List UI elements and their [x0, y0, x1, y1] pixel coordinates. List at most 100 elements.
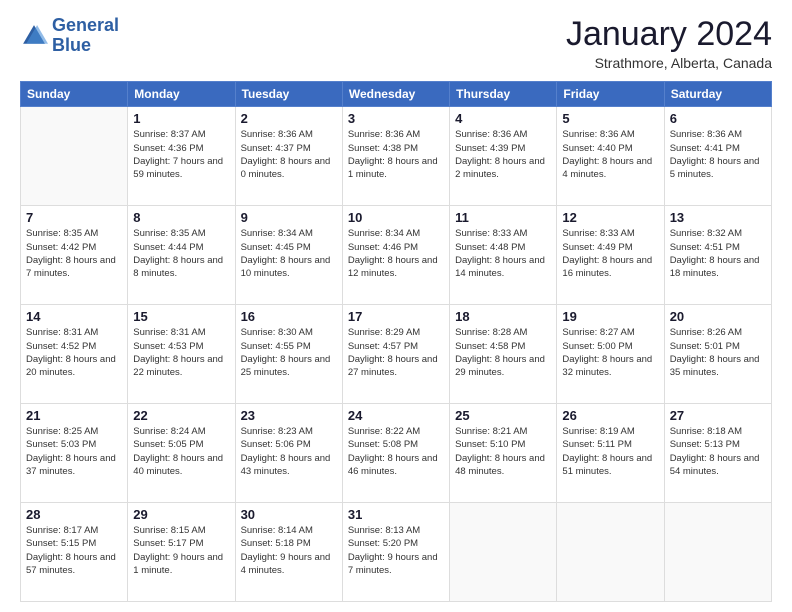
- location: Strathmore, Alberta, Canada: [566, 55, 772, 71]
- week-row-0: 1 Sunrise: 8:37 AM Sunset: 4:36 PM Daylig…: [21, 107, 772, 206]
- day-number: 18: [455, 309, 551, 324]
- day-number: 9: [241, 210, 337, 225]
- day-number: 13: [670, 210, 766, 225]
- day-detail: Sunrise: 8:15 AM Sunset: 5:17 PM Dayligh…: [133, 524, 229, 577]
- calendar-cell: 22Sunrise: 8:24 AM Sunset: 5:05 PM Dayli…: [128, 404, 235, 503]
- month-title: January 2024: [566, 16, 772, 53]
- calendar-cell: 23 Sunrise: 8:23 AM Sunset: 5:06 PM Dayli…: [235, 404, 342, 503]
- day-detail: Sunrise: 8:17 AM Sunset: 5:15 PM Dayligh…: [26, 524, 122, 577]
- day-detail: Sunrise: 8:35 AM Sunset: 4:44 PM Dayligh…: [133, 227, 229, 280]
- day-detail: Sunrise: 8:36 AM Sunset: 4:39 PM Dayligh…: [455, 128, 551, 181]
- weekday-header-wednesday: Wednesday: [342, 82, 449, 107]
- day-number: 29: [133, 507, 229, 522]
- calendar-cell: 11Sunrise: 8:33 AM Sunset: 4:48 PM Dayli…: [450, 206, 557, 305]
- day-number: 11: [455, 210, 551, 225]
- calendar-cell: 9 Sunrise: 8:34 AM Sunset: 4:45 PM Daylig…: [235, 206, 342, 305]
- calendar-cell: 14 Sunrise: 8:31 AM Sunset: 4:52 PM Dayli…: [21, 305, 128, 404]
- weekday-header-row: SundayMondayTuesdayWednesdayThursdayFrid…: [21, 82, 772, 107]
- calendar-cell: 10 Sunrise: 8:34 AM Sunset: 4:46 PM Dayli…: [342, 206, 449, 305]
- day-number: 21: [26, 408, 122, 423]
- day-number: 2: [241, 111, 337, 126]
- week-row-1: 7Sunrise: 8:35 AM Sunset: 4:42 PM Daylig…: [21, 206, 772, 305]
- day-number: 26: [562, 408, 658, 423]
- day-detail: Sunrise: 8:25 AM Sunset: 5:03 PM Dayligh…: [26, 425, 122, 478]
- calendar-cell: 4 Sunrise: 8:36 AM Sunset: 4:39 PM Daylig…: [450, 107, 557, 206]
- calendar-cell: [557, 503, 664, 602]
- logo-text: General Blue: [52, 16, 119, 56]
- calendar-cell: 17 Sunrise: 8:29 AM Sunset: 4:57 PM Dayli…: [342, 305, 449, 404]
- calendar-cell: 3Sunrise: 8:36 AM Sunset: 4:38 PM Daylig…: [342, 107, 449, 206]
- calendar-cell: 13 Sunrise: 8:32 AM Sunset: 4:51 PM Dayli…: [664, 206, 771, 305]
- day-detail: Sunrise: 8:23 AM Sunset: 5:06 PM Dayligh…: [241, 425, 337, 478]
- day-detail: Sunrise: 8:30 AM Sunset: 4:55 PM Dayligh…: [241, 326, 337, 379]
- day-detail: Sunrise: 8:32 AM Sunset: 4:51 PM Dayligh…: [670, 227, 766, 280]
- day-detail: Sunrise: 8:27 AM Sunset: 5:00 PM Dayligh…: [562, 326, 658, 379]
- calendar-cell: 26 Sunrise: 8:19 AM Sunset: 5:11 PM Dayli…: [557, 404, 664, 503]
- day-detail: Sunrise: 8:31 AM Sunset: 4:52 PM Dayligh…: [26, 326, 122, 379]
- calendar-cell: 20Sunrise: 8:26 AM Sunset: 5:01 PM Dayli…: [664, 305, 771, 404]
- day-detail: Sunrise: 8:36 AM Sunset: 4:41 PM Dayligh…: [670, 128, 766, 181]
- day-number: 25: [455, 408, 551, 423]
- day-number: 8: [133, 210, 229, 225]
- day-detail: Sunrise: 8:22 AM Sunset: 5:08 PM Dayligh…: [348, 425, 444, 478]
- day-detail: Sunrise: 8:36 AM Sunset: 4:40 PM Dayligh…: [562, 128, 658, 181]
- calendar-cell: 21 Sunrise: 8:25 AM Sunset: 5:03 PM Dayli…: [21, 404, 128, 503]
- weekday-header-friday: Friday: [557, 82, 664, 107]
- day-detail: Sunrise: 8:31 AM Sunset: 4:53 PM Dayligh…: [133, 326, 229, 379]
- day-number: 10: [348, 210, 444, 225]
- calendar-cell: 28 Sunrise: 8:17 AM Sunset: 5:15 PM Dayli…: [21, 503, 128, 602]
- calendar-cell: 15Sunrise: 8:31 AM Sunset: 4:53 PM Dayli…: [128, 305, 235, 404]
- day-number: 19: [562, 309, 658, 324]
- day-detail: Sunrise: 8:19 AM Sunset: 5:11 PM Dayligh…: [562, 425, 658, 478]
- calendar-cell: 7Sunrise: 8:35 AM Sunset: 4:42 PM Daylig…: [21, 206, 128, 305]
- calendar-cell: [664, 503, 771, 602]
- day-number: 7: [26, 210, 122, 225]
- day-detail: Sunrise: 8:28 AM Sunset: 4:58 PM Dayligh…: [455, 326, 551, 379]
- day-detail: Sunrise: 8:29 AM Sunset: 4:57 PM Dayligh…: [348, 326, 444, 379]
- calendar-cell: 16Sunrise: 8:30 AM Sunset: 4:55 PM Dayli…: [235, 305, 342, 404]
- calendar-cell: 2Sunrise: 8:36 AM Sunset: 4:37 PM Daylig…: [235, 107, 342, 206]
- week-row-2: 14 Sunrise: 8:31 AM Sunset: 4:52 PM Dayli…: [21, 305, 772, 404]
- day-detail: Sunrise: 8:21 AM Sunset: 5:10 PM Dayligh…: [455, 425, 551, 478]
- calendar-cell: 31 Sunrise: 8:13 AM Sunset: 5:20 PM Dayli…: [342, 503, 449, 602]
- day-number: 1: [133, 111, 229, 126]
- calendar-cell: 18 Sunrise: 8:28 AM Sunset: 4:58 PM Dayli…: [450, 305, 557, 404]
- calendar-cell: 19 Sunrise: 8:27 AM Sunset: 5:00 PM Dayli…: [557, 305, 664, 404]
- header: General Blue January 2024 Strathmore, Al…: [20, 16, 772, 71]
- day-number: 14: [26, 309, 122, 324]
- title-block: January 2024 Strathmore, Alberta, Canada: [566, 16, 772, 71]
- calendar-cell: 29 Sunrise: 8:15 AM Sunset: 5:17 PM Dayli…: [128, 503, 235, 602]
- logo-icon: [20, 22, 48, 50]
- calendar-cell: 12Sunrise: 8:33 AM Sunset: 4:49 PM Dayli…: [557, 206, 664, 305]
- day-number: 20: [670, 309, 766, 324]
- day-number: 23: [241, 408, 337, 423]
- calendar-cell: 24 Sunrise: 8:22 AM Sunset: 5:08 PM Dayli…: [342, 404, 449, 503]
- calendar-cell: 1 Sunrise: 8:37 AM Sunset: 4:36 PM Daylig…: [128, 107, 235, 206]
- weekday-header-monday: Monday: [128, 82, 235, 107]
- calendar-cell: [450, 503, 557, 602]
- day-number: 12: [562, 210, 658, 225]
- calendar-cell: 5Sunrise: 8:36 AM Sunset: 4:40 PM Daylig…: [557, 107, 664, 206]
- day-number: 4: [455, 111, 551, 126]
- day-detail: Sunrise: 8:34 AM Sunset: 4:46 PM Dayligh…: [348, 227, 444, 280]
- day-number: 27: [670, 408, 766, 423]
- day-detail: Sunrise: 8:34 AM Sunset: 4:45 PM Dayligh…: [241, 227, 337, 280]
- logo: General Blue: [20, 16, 119, 56]
- weekday-header-tuesday: Tuesday: [235, 82, 342, 107]
- calendar-cell: 27 Sunrise: 8:18 AM Sunset: 5:13 PM Dayli…: [664, 404, 771, 503]
- day-number: 17: [348, 309, 444, 324]
- calendar-cell: 25 Sunrise: 8:21 AM Sunset: 5:10 PM Dayli…: [450, 404, 557, 503]
- day-number: 24: [348, 408, 444, 423]
- day-detail: Sunrise: 8:24 AM Sunset: 5:05 PM Dayligh…: [133, 425, 229, 478]
- day-detail: Sunrise: 8:13 AM Sunset: 5:20 PM Dayligh…: [348, 524, 444, 577]
- page: General Blue January 2024 Strathmore, Al…: [0, 0, 792, 612]
- day-number: 31: [348, 507, 444, 522]
- calendar-cell: 30 Sunrise: 8:14 AM Sunset: 5:18 PM Dayli…: [235, 503, 342, 602]
- day-detail: Sunrise: 8:37 AM Sunset: 4:36 PM Dayligh…: [133, 128, 229, 181]
- day-detail: Sunrise: 8:14 AM Sunset: 5:18 PM Dayligh…: [241, 524, 337, 577]
- day-number: 28: [26, 507, 122, 522]
- weekday-header-sunday: Sunday: [21, 82, 128, 107]
- day-number: 30: [241, 507, 337, 522]
- day-detail: Sunrise: 8:18 AM Sunset: 5:13 PM Dayligh…: [670, 425, 766, 478]
- day-number: 6: [670, 111, 766, 126]
